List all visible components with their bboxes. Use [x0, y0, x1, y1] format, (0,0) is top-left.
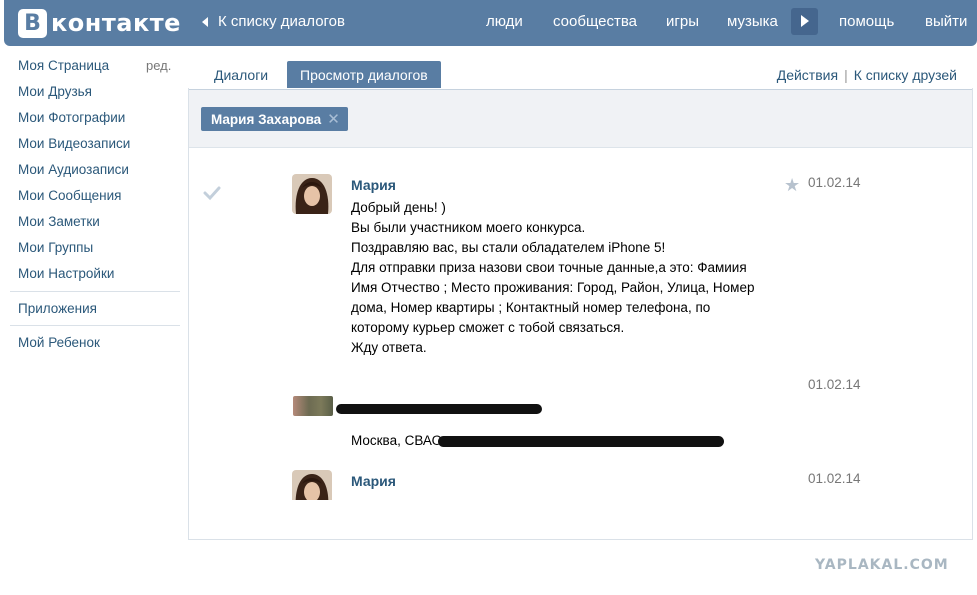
message-line: которому курьер сможет с тобой связаться… — [351, 320, 625, 335]
sidebar-item-settings[interactable]: Мои Настройки — [18, 266, 114, 281]
message-line: дома, Номер квартиры ; Контактный номер … — [351, 300, 711, 315]
vk-logo-text: контакте — [51, 9, 181, 37]
actions-links: Действия | К списку друзей — [777, 67, 957, 83]
actions-separator: | — [844, 67, 848, 83]
redaction-scribble — [438, 436, 724, 447]
sidebar-item-friends[interactable]: Мои Друзья — [18, 84, 92, 99]
filter-bar: Мария Захарова ✕ — [189, 89, 972, 148]
vk-logo-mark: В — [18, 8, 47, 38]
nav-communities[interactable]: сообщества — [553, 13, 637, 30]
play-icon — [801, 15, 809, 27]
read-check-icon — [203, 186, 221, 201]
redaction-scribble — [336, 404, 542, 414]
avatar[interactable] — [292, 174, 332, 214]
vk-logo[interactable]: В контакте — [18, 8, 181, 38]
message-line: Для отправки приза назови свои точные да… — [351, 260, 747, 275]
nav-music[interactable]: музыка — [727, 13, 778, 30]
watermark-logo: YAPLAKAL.COM — [815, 557, 949, 573]
sidebar-item-groups[interactable]: Мои Группы — [18, 240, 93, 255]
filter-chip-user[interactable]: Мария Захарова ✕ — [201, 107, 348, 131]
sidebar-item-notes[interactable]: Мои Заметки — [18, 214, 100, 229]
friends-list-link[interactable]: К списку друзей — [854, 67, 957, 83]
nav-people[interactable]: люди — [486, 13, 523, 30]
play-music-button[interactable] — [791, 8, 818, 35]
chevron-left-icon — [202, 16, 208, 27]
sidebar-divider — [10, 291, 180, 292]
message-text: Москва, СВАО — [351, 433, 443, 448]
sidebar-divider — [10, 325, 180, 326]
sidebar-item-my-page[interactable]: Моя Страница — [18, 58, 109, 73]
tab-dialogs[interactable]: Диалоги — [201, 61, 281, 88]
message-line: Вы были участником моего конкурса. — [351, 220, 586, 235]
avatar[interactable] — [293, 396, 333, 416]
tab-view-dialogs[interactable]: Просмотр диалогов — [287, 61, 441, 88]
message-line: Имя Отчество ; Место проживания: Город, … — [351, 280, 755, 295]
sidebar-edit-link[interactable]: ред. — [146, 58, 171, 73]
nav-help[interactable]: помощь — [839, 13, 894, 30]
message-line: Жду ответа. — [351, 340, 427, 355]
sidebar-item-messages[interactable]: Мои Сообщения — [18, 188, 121, 203]
nav-games[interactable]: игры — [666, 13, 699, 30]
sidebar-item-child[interactable]: Мой Ребенок — [18, 335, 100, 350]
filter-chip-label: Мария Захарова — [211, 111, 322, 127]
message-author[interactable]: Мария — [351, 177, 396, 193]
nav-logout[interactable]: выйти — [925, 13, 967, 30]
top-header: В контакте К списку диалогов люди сообще… — [4, 0, 977, 46]
sidebar-item-apps[interactable]: Приложения — [18, 301, 97, 316]
message-line: Поздравляю вас, вы стали обладателем iPh… — [351, 240, 666, 255]
close-icon[interactable]: ✕ — [327, 110, 340, 128]
sidebar-item-videos[interactable]: Мои Видеозаписи — [18, 136, 130, 151]
message-line: Добрый день! ) — [351, 200, 446, 215]
back-to-dialogs-link[interactable]: К списку диалогов — [202, 13, 345, 30]
star-icon[interactable]: ★ — [784, 175, 800, 196]
back-to-dialogs-label: К списку диалогов — [218, 13, 345, 30]
message-text: Добрый день! ) Вы были участником моего … — [351, 198, 781, 358]
message-author[interactable]: Мария — [351, 473, 396, 489]
actions-link[interactable]: Действия — [777, 67, 838, 83]
message-date: 01.02.14 — [808, 471, 861, 486]
avatar[interactable] — [292, 470, 332, 500]
message-date: 01.02.14 — [808, 377, 861, 392]
sidebar-item-audio[interactable]: Мои Аудиозаписи — [18, 162, 129, 177]
sidebar-item-photos[interactable]: Мои Фотографии — [18, 110, 125, 125]
message-date: 01.02.14 — [808, 175, 861, 190]
